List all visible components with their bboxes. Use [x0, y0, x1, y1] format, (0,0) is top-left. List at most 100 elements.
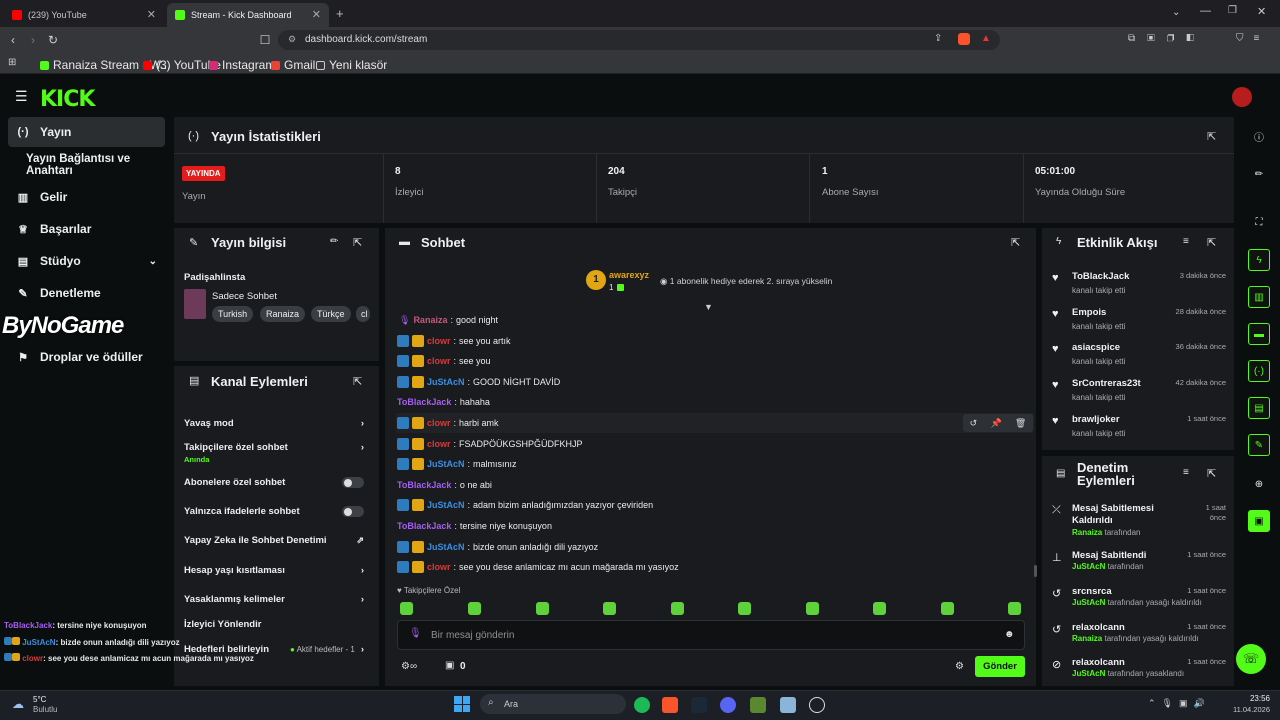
chat-username[interactable]: clowr: [427, 336, 451, 346]
forward-icon[interactable]: ›: [24, 31, 42, 49]
emote-icon[interactable]: [468, 602, 481, 615]
menu-icon[interactable]: ⛉≡: [1236, 33, 1269, 44]
emote-icon[interactable]: [603, 602, 616, 615]
sidebar-item-yayin[interactable]: (·) Yayın: [8, 117, 165, 147]
bookmark-gmail[interactable]: Gmail: [271, 58, 315, 72]
windows-start-icon[interactable]: [454, 696, 470, 712]
bookmark-instagram[interactable]: Instagram: [209, 58, 275, 72]
popout-icon[interactable]: ⇱: [353, 236, 362, 249]
mod-action-by[interactable]: JuStAcN: [1072, 562, 1105, 571]
chat-username[interactable]: clowr: [427, 356, 451, 366]
emote-only-toggle[interactable]: [342, 506, 364, 517]
filter-icon[interactable]: ≡: [1183, 236, 1189, 247]
close-tab-icon[interactable]: ✕: [147, 8, 156, 21]
tab-youtube[interactable]: (239) YouTube ✕: [4, 3, 164, 27]
close-window-icon[interactable]: ✕: [1257, 5, 1266, 18]
store-icon[interactable]: ▣: [445, 660, 454, 671]
kick-logo[interactable]: KICK: [40, 87, 95, 112]
sidebar-item-studyo[interactable]: ▤ Stüdyo ⌄: [8, 246, 165, 276]
scroll-handle-icon[interactable]: ▼: [704, 302, 713, 312]
discord-icon[interactable]: [720, 697, 736, 713]
chat-message[interactable]: clowr: see you: [397, 354, 491, 368]
rail-app-icon[interactable]: ▣: [1248, 510, 1270, 532]
bookmark-folder[interactable]: Yeni klasör: [316, 58, 387, 72]
emote-icon[interactable]: [806, 602, 819, 615]
delete-icon[interactable]: 🗑: [1015, 418, 1026, 429]
chat-username[interactable]: ToBlackJack: [397, 397, 451, 407]
chat-username[interactable]: clowr: [427, 418, 451, 428]
activity-user[interactable]: SrContreras23t: [1072, 378, 1141, 389]
emote-icon[interactable]: [671, 602, 684, 615]
add-widget-icon[interactable]: ⊕: [1248, 473, 1270, 495]
mod-action-by[interactable]: Ranaiza: [1072, 634, 1102, 643]
chat-message[interactable]: ToBlackJack: hahaha: [397, 395, 490, 409]
activity-user[interactable]: brawljoker: [1072, 414, 1120, 425]
account-age-row[interactable]: Hesap yaşı kısıtlaması ›: [184, 565, 364, 576]
rail-chat-icon[interactable]: ▬: [1248, 323, 1270, 345]
edit-icon[interactable]: ✏: [330, 236, 338, 247]
brave-shield-icon[interactable]: [958, 33, 970, 45]
chat-message[interactable]: ToBlackJack: o ne abi: [397, 478, 492, 492]
steam-icon[interactable]: [691, 697, 707, 713]
weather-temp[interactable]: 5°C: [33, 695, 46, 704]
sidebar-item-stream-key[interactable]: Yayın Bağlantısı ve Anahtarı: [18, 150, 178, 180]
chat-username[interactable]: JuStAcN: [427, 542, 465, 552]
follower-only-row[interactable]: Takipçilere özel sohbet ›: [184, 442, 364, 453]
chat-username[interactable]: JuStAcN: [427, 377, 465, 387]
sidebar-item-basarilar[interactable]: ♕ Başarılar: [8, 214, 165, 244]
pin-icon[interactable]: 📌: [990, 418, 1001, 429]
system-tray-icons[interactable]: ⌃🎙▣🔊: [1148, 698, 1211, 709]
minecraft-icon[interactable]: [750, 697, 766, 713]
minimize-icon[interactable]: —: [1200, 5, 1211, 17]
chat-message[interactable]: clowr: harbi amk: [397, 416, 499, 430]
chat-username[interactable]: clowr: [427, 439, 451, 449]
edit-icon[interactable]: ✏: [1248, 163, 1270, 185]
slow-mode-row[interactable]: Yavaş mod ›: [184, 418, 364, 429]
raid-row[interactable]: İzleyici Yönlendir: [184, 619, 364, 630]
brave-icon[interactable]: [662, 697, 678, 713]
help-chat-button[interactable]: ☏: [1236, 644, 1266, 674]
reply-icon[interactable]: ↺: [970, 418, 978, 429]
send-button[interactable]: Gönder: [975, 656, 1025, 677]
chat-message[interactable]: JuStAcN: adam bizim anladığımızdan yazıyo…: [397, 498, 653, 512]
sub-only-toggle[interactable]: [342, 477, 364, 488]
microphone-icon[interactable]: 🎙: [409, 628, 422, 639]
rail-stats-icon[interactable]: ▥: [1248, 286, 1270, 308]
chat-message[interactable]: JuStAcN: bizde onun anladığı dili yazıyoz: [397, 540, 598, 554]
popout-icon[interactable]: ⇱: [1207, 467, 1216, 480]
popout-icon[interactable]: ⇱: [1011, 236, 1020, 249]
popout-icon[interactable]: ⇱: [1207, 236, 1216, 249]
emote-icon[interactable]: [873, 602, 886, 615]
chat-message[interactable]: JuStAcN: GOOD NİGHT DAVİD: [397, 375, 560, 389]
back-icon[interactable]: ‹: [4, 31, 22, 49]
app-icon[interactable]: [809, 697, 825, 713]
chat-message[interactable]: 🎙 Ranaiza: good night: [397, 313, 498, 327]
bookmark-icon[interactable]: ☐: [256, 31, 274, 49]
banned-words-row[interactable]: Yasaklanmış kelimeler ›: [184, 594, 364, 605]
tab-kick[interactable]: Stream - Kick Dashboard ✕: [167, 3, 329, 27]
new-tab-icon[interactable]: +: [336, 6, 344, 21]
site-info-icon[interactable]: ⚙: [288, 34, 296, 45]
activity-user[interactable]: Empois: [1072, 307, 1106, 318]
emote-icon[interactable]: [941, 602, 954, 615]
rail-list-icon[interactable]: ▤: [1248, 397, 1270, 419]
chat-settings-icon[interactable]: ⚙: [955, 661, 964, 672]
ai-moderation-row[interactable]: Yapay Zeka ile Sohbet Denetimi ⇗: [184, 535, 364, 546]
rail-broadcast-icon[interactable]: (·): [1248, 360, 1270, 382]
chat-message[interactable]: clowr: see you artık: [397, 334, 511, 348]
hamburger-menu-icon[interactable]: ☰: [15, 88, 28, 105]
fullscreen-icon[interactable]: ⛶: [1248, 211, 1270, 233]
chat-scrollbar[interactable]: [1034, 565, 1037, 577]
sidebar-item-droplar[interactable]: ⚑ Droplar ve ödüller: [8, 342, 165, 372]
close-tab-icon[interactable]: ✕: [312, 8, 321, 21]
leaderboard-user[interactable]: awarexyz: [609, 270, 649, 280]
chat-message[interactable]: clowr: see you dese anlamicaz mı acun mağ…: [397, 560, 679, 574]
chat-username[interactable]: JuStAcN: [427, 500, 465, 510]
rail-activity-icon[interactable]: ϟ: [1248, 249, 1270, 271]
extensions-icon[interactable]: ⧉▣❐◧: [1128, 33, 1206, 44]
mod-action-by[interactable]: JuStAcN: [1072, 598, 1105, 607]
mod-action-by[interactable]: JuStAcN: [1072, 669, 1105, 678]
apps-icon[interactable]: ⊞: [8, 57, 16, 68]
chat-username[interactable]: JuStAcN: [427, 459, 465, 469]
drops-icon[interactable]: ⚙∞: [401, 661, 417, 672]
